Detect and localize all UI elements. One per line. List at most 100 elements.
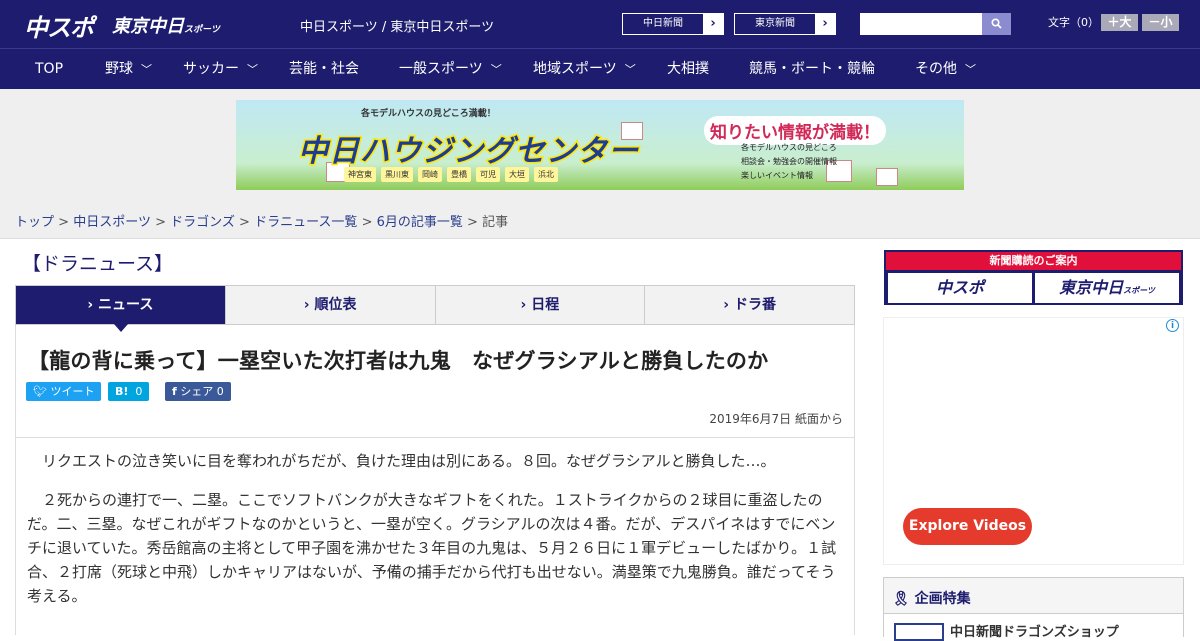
chevron-down-icon: ﹀ (624, 63, 636, 76)
hatena-bookmark-button[interactable]: B! 0 (108, 382, 150, 401)
nav-label: TOP (35, 61, 64, 77)
nav-item-local-sports[interactable]: 地域スポーツ ﹀ (533, 49, 636, 90)
chunichi-shimbun-button[interactable]: 中日新聞 › (622, 13, 724, 35)
location-tag: 神宮東 (344, 167, 376, 182)
location-tag: 大垣 (505, 167, 529, 182)
medal-icon: 🎗︎ (892, 591, 910, 607)
breadcrumb-dragons[interactable]: ドラゴンズ (170, 215, 235, 230)
hatena-icon: B! (115, 385, 129, 398)
nav-item-baseball[interactable]: 野球 ﹀ (105, 49, 152, 90)
tokyo-shimbun-label: 東京新聞 (735, 14, 815, 34)
breadcrumb-separator: > (361, 215, 373, 230)
location-tag: 豊橋 (447, 167, 471, 182)
main-nav: TOP 野球 ﹀ サッカー ﹀ 芸能・社会 一般スポーツ ﹀ 地域スポーツ ﹀ 大相撲 … (0, 48, 1200, 89)
nav-item-sumo[interactable]: 大相撲 (667, 49, 709, 90)
info-icon[interactable]: i (1166, 319, 1179, 332)
article-paragraph: リクエストの泣き笑いに目を奪われがちだが、負けた理由は別にある。８回。なぜグラシ… (42, 452, 776, 470)
tokyo-shimbun-button[interactable]: 東京新聞 › (734, 13, 836, 35)
tweet-button[interactable]: 🐦︎ ツイート (26, 382, 102, 401)
banner-location-tags: 神宮東 黒川東 岡崎 豊橋 可児 大垣 浜北 (344, 167, 558, 182)
tab-news[interactable]: › ニュース (16, 286, 226, 332)
tab-schedule[interactable]: › 日程 (436, 286, 646, 324)
subscribe-tokyo-chunichi[interactable]: 東京中日スポーツ (1035, 273, 1179, 303)
banner-feature-list: 各モデルハウスの見どころ 相談会・勉強会の開催情報 楽しいイベント情報 (741, 141, 837, 183)
tokyo-chunichi-logo[interactable]: 東京中日スポーツ (112, 12, 220, 38)
nav-item-soccer[interactable]: サッカー ﹀ (183, 49, 258, 90)
breadcrumb-top[interactable]: トップ (15, 215, 54, 230)
special-features-label: 企画特集 (914, 591, 971, 607)
nav-label: 地域スポーツ (533, 61, 617, 77)
tab-label: ニュース (98, 297, 154, 313)
article-body: リクエストの泣き笑いに目を奪われがちだが、負けた理由は別にある。８回。なぜグラシ… (27, 449, 843, 623)
facebook-share-label: シェア (180, 385, 214, 398)
nav-item-general-sports[interactable]: 一般スポーツ ﹀ (399, 49, 502, 90)
breadcrumb: トップ > 中日スポーツ > ドラゴンズ > ドラニュース一覧 > 6月の記事一… (15, 211, 508, 230)
nav-label: サッカー (183, 61, 239, 77)
banner-feature-item: 各モデルハウスの見どころ (741, 143, 837, 152)
explore-videos-button[interactable]: Explore Videos (903, 508, 1032, 545)
house-illustration (876, 168, 898, 186)
housing-center-banner[interactable]: 各モデルハウスの見どころ満載！ 中日ハウジングセンター 神宮東 黒川東 岡崎 豊… (236, 100, 964, 190)
article-date: 2019年6月7日 紙面から (709, 412, 843, 426)
video-ad: i Explore Videos (883, 317, 1184, 565)
breadcrumb-chunichi-sports[interactable]: 中日スポーツ (73, 215, 151, 230)
news-tabs: › ニュース › 順位表 › 日程 › ドラ番 (15, 285, 855, 332)
chevron-right-icon: › (710, 16, 716, 31)
chevron-right-icon: › (822, 16, 828, 31)
tab-label: 日程 (531, 297, 560, 313)
breadcrumb-dra-news-list[interactable]: ドラニュース一覧 (254, 215, 357, 230)
tab-label: ドラ番 (733, 297, 776, 313)
nav-item-top[interactable]: TOP (35, 49, 63, 90)
breadcrumb-separator: > (239, 215, 250, 230)
nav-label: 大相撲 (667, 61, 709, 77)
location-tag: 可児 (476, 167, 500, 182)
chevron-down-icon: ﹀ (247, 63, 258, 76)
location-tag: 黒川東 (381, 167, 413, 182)
section-title: 【ドラニュース】 (22, 253, 174, 275)
banner-main-text: 中日ハウジングセンター (297, 133, 640, 171)
special-item[interactable]: 中日新聞ドラゴンズショップ (884, 613, 1183, 641)
breadcrumb-separator: > (155, 215, 166, 230)
breadcrumb-current: 記事 (482, 215, 509, 230)
font-smaller-button[interactable]: －小 (1142, 14, 1179, 31)
subscribe-chuspo[interactable]: 中スポ (888, 273, 1032, 303)
nav-label: 競馬・ボート・競輪 (749, 61, 875, 77)
banner-area: 各モデルハウスの見どころ満載！ 中日ハウジングセンター 神宮東 黒川東 岡崎 豊… (0, 89, 1200, 239)
subscription-banner[interactable]: 新聞購読のご案内 中スポ 東京中日スポーツ (884, 250, 1183, 305)
chunichi-shimbun-label: 中日新聞 (623, 14, 703, 34)
twitter-icon: 🐦︎ (33, 385, 51, 398)
location-tag: 岡崎 (418, 167, 442, 182)
nav-label: 一般スポーツ (399, 61, 483, 77)
breadcrumb-june-list[interactable]: 6月の記事一覧 (377, 215, 463, 230)
nav-item-entertainment[interactable]: 芸能・社会 (289, 49, 359, 90)
nav-label: 芸能・社会 (289, 61, 359, 77)
top-header-bar: 中スポ 東京中日スポーツ 中日スポーツ / 東京中日スポーツ 中日新聞 › 東京新… (0, 0, 1200, 48)
chevron-right-icon: › (723, 297, 734, 313)
font-larger-button[interactable]: ＋大 (1101, 14, 1138, 31)
tokyo-logo-text: 東京中日 (112, 16, 184, 37)
nav-item-racing[interactable]: 競馬・ボート・競輪 (749, 49, 875, 90)
location-tag: 浜北 (534, 167, 558, 182)
search-input[interactable] (860, 13, 983, 35)
banner-feature-item: 楽しいイベント情報 (741, 171, 813, 180)
search-button[interactable] (982, 13, 1011, 35)
divider (16, 437, 854, 438)
tab-label: 順位表 (314, 297, 357, 313)
font-size-label: 文字（0） (1048, 16, 1099, 29)
nav-label: 野球 (105, 61, 133, 77)
site-title[interactable]: 中日スポーツ / 東京中日スポーツ (300, 16, 494, 35)
chevron-right-icon: › (303, 297, 315, 313)
breadcrumb-separator: > (58, 215, 70, 230)
tab-standings[interactable]: › 順位表 (226, 286, 436, 324)
facebook-share-button[interactable]: f シェア 0 (165, 382, 231, 401)
facebook-icon: f (172, 385, 177, 398)
dragons-shop-thumbnail (894, 623, 944, 641)
chevron-right-icon: › (520, 297, 532, 313)
tab-dora-ban[interactable]: › ドラ番 (645, 286, 854, 324)
tokyo-logo-small: スポーツ (184, 25, 220, 35)
chevron-down-icon: ﹀ (490, 63, 502, 76)
chuspo-logo[interactable]: 中スポ (24, 8, 94, 43)
subscribe-tokyo-small: スポーツ (1123, 286, 1155, 295)
nav-item-other[interactable]: その他 ﹀ (915, 49, 976, 90)
banner-feature-item: 相談会・勉強会の開催情報 (741, 157, 837, 166)
